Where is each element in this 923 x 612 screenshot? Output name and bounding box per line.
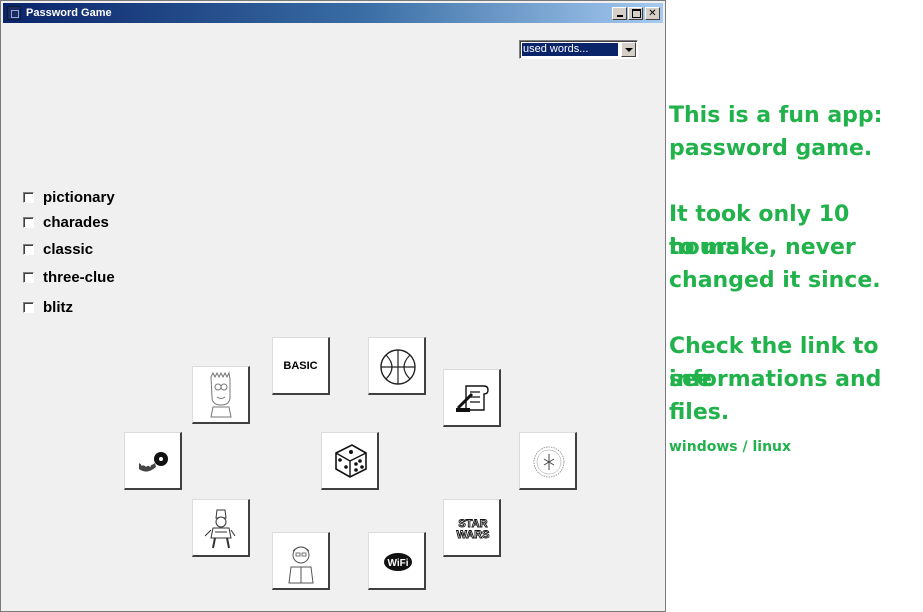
app-window: Password Game ✕ used words... pictionary… — [0, 0, 666, 612]
dice-tile[interactable] — [321, 432, 379, 490]
basketball-icon — [380, 349, 416, 385]
side-line-4: to make, never — [669, 235, 856, 260]
starwars-tile[interactable]: STAR WARS — [443, 499, 501, 557]
dice-icon — [335, 444, 367, 478]
maximize-icon — [632, 9, 641, 18]
person-tile[interactable] — [272, 532, 330, 590]
mode-charades[interactable]: charades — [23, 213, 109, 231]
classic-checkbox[interactable] — [23, 243, 34, 255]
minimize-button[interactable] — [612, 7, 627, 20]
scroll-quill-icon — [456, 385, 489, 412]
close-button[interactable]: ✕ — [645, 7, 660, 20]
pictionary-label: pictionary — [43, 188, 115, 206]
used-words-dropdown[interactable]: used words... — [519, 40, 638, 59]
film-tile[interactable] — [124, 432, 182, 490]
bart-simpson-icon — [210, 371, 232, 418]
maximize-button[interactable] — [628, 7, 643, 20]
side-line-5: changed it since. — [669, 268, 881, 293]
mode-blitz[interactable]: blitz — [23, 298, 73, 316]
blitz-label: blitz — [43, 298, 73, 316]
three-clue-checkbox[interactable] — [23, 271, 34, 283]
basic-label: BASIC — [283, 360, 318, 372]
cartoon-person-icon — [288, 546, 314, 584]
scroll-tile[interactable] — [443, 369, 501, 427]
film-reel-icon — [139, 452, 168, 472]
three-clue-label: three-clue — [43, 268, 115, 286]
window-title: Password Game — [26, 7, 112, 19]
app-icon — [7, 6, 21, 20]
mode-three-clue[interactable]: three-clue — [23, 268, 115, 286]
chevron-down-icon[interactable] — [621, 42, 636, 57]
mode-classic[interactable]: classic — [23, 240, 93, 258]
side-line-7: informations and files. — [669, 367, 882, 425]
ring-tile[interactable] — [519, 432, 577, 490]
minimize-icon — [617, 15, 623, 17]
side-line-1: This is a fun app: — [669, 103, 883, 128]
pictionary-checkbox[interactable] — [23, 191, 34, 203]
classic-label: classic — [43, 240, 94, 258]
simpsons-tile[interactable] — [192, 366, 250, 424]
charades-label: charades — [43, 213, 109, 231]
charades-checkbox[interactable] — [23, 216, 34, 228]
basic-tile[interactable]: BASIC — [272, 337, 330, 395]
dropdown-selected-value: used words... — [522, 43, 618, 56]
ring-inscription-icon — [533, 446, 565, 478]
close-icon: ✕ — [648, 8, 657, 19]
wifi-tile[interactable]: WiFi — [368, 532, 426, 590]
blitz-checkbox[interactable] — [23, 301, 34, 313]
star-wars-logo-icon: STAR WARS — [456, 518, 490, 542]
character-tile[interactable] — [192, 499, 250, 557]
title-bar[interactable]: Password Game ✕ — [3, 3, 663, 23]
svg-text:WiFi: WiFi — [387, 558, 408, 569]
mode-pictionary[interactable]: pictionary — [23, 188, 115, 206]
side-line-2: password game. — [669, 136, 873, 161]
wifi-logo-icon: WiFi — [384, 553, 412, 571]
cartoon-character-icon — [204, 509, 236, 549]
platforms-text: windows / linux — [669, 439, 792, 455]
basketball-tile[interactable] — [368, 337, 426, 395]
svg-text:WARS: WARS — [457, 529, 490, 541]
